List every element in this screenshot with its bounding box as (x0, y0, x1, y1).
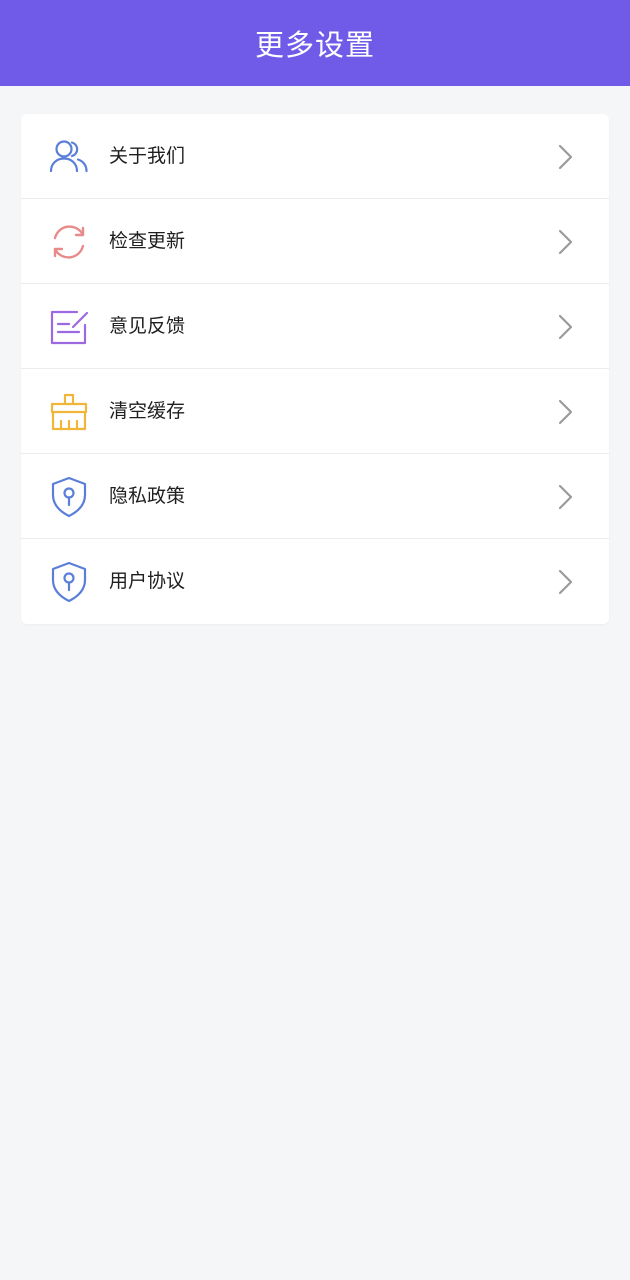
feedback-icon (47, 305, 91, 349)
menu-item-label: 隐私政策 (109, 485, 186, 507)
refresh-icon (47, 220, 91, 264)
chevron-right-icon (555, 398, 575, 426)
settings-menu: 关于我们 检查更新 意见反馈 清空缓存 隐私政策 用户协议 (21, 114, 609, 624)
menu-item-privacy-policy[interactable]: 隐私政策 (21, 454, 609, 539)
menu-item-user-agreement[interactable]: 用户协议 (21, 539, 609, 624)
chevron-right-icon (555, 143, 575, 171)
menu-item-label: 用户协议 (109, 570, 186, 592)
chevron-right-icon (555, 568, 575, 596)
menu-item-label: 意见反馈 (109, 315, 186, 337)
menu-item-label: 检查更新 (109, 230, 186, 252)
menu-item-feedback[interactable]: 意见反馈 (21, 284, 609, 369)
chevron-right-icon (555, 313, 575, 341)
chevron-right-icon (555, 483, 575, 511)
chevron-right-icon (555, 228, 575, 256)
shield-lock-icon (47, 475, 91, 519)
menu-item-label: 清空缓存 (109, 400, 186, 422)
page-title: 更多设置 (254, 28, 375, 62)
users-icon (47, 135, 91, 179)
menu-item-label: 关于我们 (109, 145, 186, 167)
app-header: 更多设置 (0, 0, 630, 86)
menu-item-about-us[interactable]: 关于我们 (21, 114, 609, 199)
menu-item-clear-cache[interactable]: 清空缓存 (21, 369, 609, 454)
broom-icon (47, 390, 91, 434)
shield-lock-icon (47, 560, 91, 604)
menu-item-check-update[interactable]: 检查更新 (21, 199, 609, 284)
